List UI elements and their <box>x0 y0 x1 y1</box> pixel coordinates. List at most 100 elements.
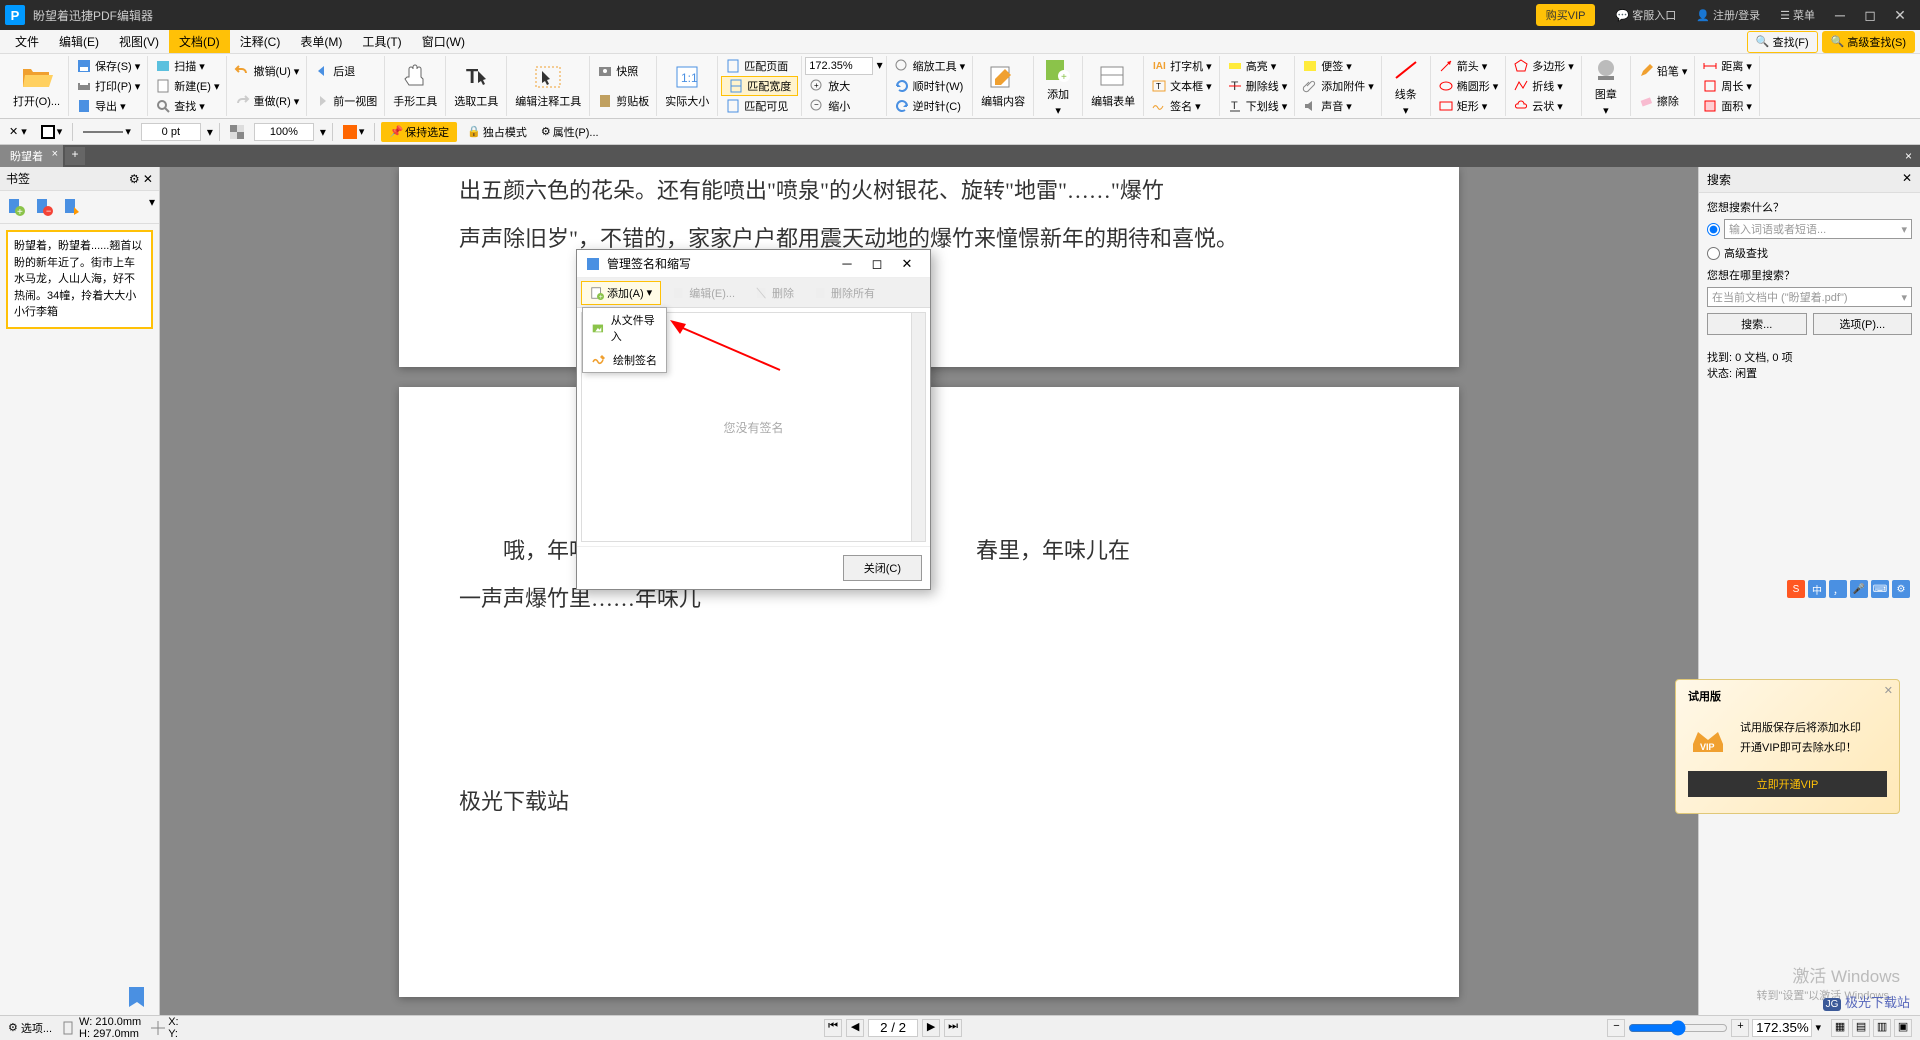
keep-selected-button[interactable]: 📌 保持选定 <box>381 122 457 142</box>
rotate-ccw-button[interactable]: 逆时针(C) <box>890 97 965 115</box>
buy-vip-button[interactable]: 购买VIP <box>1536 4 1596 26</box>
clipboard-button[interactable]: 剪贴板 <box>593 92 653 110</box>
save-button[interactable]: 保存(S) ▾ <box>72 57 144 75</box>
search-execute-button[interactable]: 搜索... <box>1707 313 1807 335</box>
search-scope-combo[interactable]: 在当前文档中 ("盼望着.pdf")▾ <box>1707 287 1912 307</box>
line-style-picker[interactable]: ▾ <box>79 123 135 140</box>
menu-view[interactable]: 视图(V) <box>109 30 169 53</box>
eraser-tool[interactable]: 擦除 <box>1634 92 1683 110</box>
upgrade-vip-button[interactable]: 立即开通VIP <box>1688 771 1887 797</box>
arrow-tool[interactable]: 箭头 ▾ <box>1434 57 1492 75</box>
fit-width-button[interactable]: 匹配宽度 <box>721 76 798 96</box>
find-button-ribbon[interactable]: 查找 ▾ <box>151 97 209 115</box>
export-button[interactable]: 导出 ▾ <box>72 97 130 115</box>
ime-mic-button[interactable]: 🎤 <box>1850 580 1868 598</box>
main-menu-button[interactable]: ☰ 菜单 <box>1770 3 1825 27</box>
zoom-level-input[interactable] <box>1752 1019 1812 1037</box>
maximize-button[interactable]: ◻ <box>1855 7 1885 24</box>
underline-button[interactable]: T下划线 ▾ <box>1223 97 1292 115</box>
close-button[interactable]: ✕ <box>1885 7 1915 24</box>
dialog-minimize-button[interactable]: ─ <box>832 256 862 271</box>
back-button[interactable]: 后退 <box>310 62 359 80</box>
print-button[interactable]: 打印(P) ▾ <box>72 77 144 95</box>
exclusive-mode-button[interactable]: 🔒 独占模式 <box>463 122 531 142</box>
line-width-input[interactable] <box>141 123 201 141</box>
hand-tool[interactable]: 手形工具 <box>388 61 442 111</box>
annotation-tool[interactable]: 编辑注释工具 <box>510 61 586 111</box>
properties-button[interactable]: ⚙ 属性(P)... <box>537 122 603 142</box>
ime-logo-icon[interactable]: S <box>1787 580 1805 598</box>
bookmark-item[interactable]: 盼望着，盼望着......翘首以盼的新年近了。街市上车水马龙，人山人海，好不热闹… <box>6 230 153 329</box>
stamp-button[interactable]: 图章 ▾ <box>1585 54 1627 119</box>
dialog-scrollbar[interactable] <box>911 313 925 541</box>
delete-bookmark-button[interactable]: − <box>32 195 56 219</box>
fill-color-picker[interactable]: ▾ <box>339 123 369 141</box>
dialog-close-button[interactable]: ✕ <box>892 256 922 272</box>
line-tool[interactable]: 线条 ▾ <box>1385 54 1427 119</box>
trial-close-button[interactable]: ✕ <box>1884 684 1893 697</box>
ime-punct-button[interactable]: ， <box>1829 580 1847 598</box>
zoom-out-status-button[interactable]: − <box>1607 1019 1625 1037</box>
close-tb-button[interactable]: ✕ ▾ <box>5 123 31 140</box>
zoom-in-status-button[interactable]: + <box>1731 1019 1749 1037</box>
select-tool[interactable]: T选取工具 <box>449 61 503 111</box>
highlight-button[interactable]: 高亮 ▾ <box>1223 57 1281 75</box>
menu-document[interactable]: 文档(D) <box>169 30 230 53</box>
area-tool[interactable]: 面积 ▾ <box>1698 97 1756 115</box>
rect-tool[interactable]: 矩形 ▾ <box>1434 97 1492 115</box>
ime-settings-button[interactable]: ⚙ <box>1892 580 1910 598</box>
edit-content-button[interactable]: 编辑内容 <box>976 61 1030 111</box>
zoom-slider[interactable] <box>1628 1020 1728 1036</box>
pencil-tool[interactable]: 铅笔 ▾ <box>1634 62 1692 80</box>
advanced-search-radio[interactable]: 高级查找 <box>1707 245 1912 261</box>
search-text-radio[interactable]: 输入词语或者短语...▾ <box>1707 219 1912 239</box>
signature-button[interactable]: 签名 ▾ <box>1147 97 1205 115</box>
sticky-note-button[interactable]: 便签 ▾ <box>1298 57 1356 75</box>
polyline-tool[interactable]: 折线 ▾ <box>1509 77 1567 95</box>
polygon-tool[interactable]: 多边形 ▾ <box>1509 57 1578 75</box>
textbox-button[interactable]: T文本框 ▾ <box>1147 77 1216 95</box>
options-status-button[interactable]: ⚙ 选项... <box>8 1020 52 1036</box>
cloud-tool[interactable]: 云状 ▾ <box>1509 97 1567 115</box>
opacity-input[interactable] <box>254 123 314 141</box>
edit-form-button[interactable]: 编辑表单 <box>1086 61 1140 111</box>
draw-signature-item[interactable]: 绘制签名 <box>583 348 666 372</box>
delete-all-signatures-button[interactable]: 删除所有 <box>805 281 884 305</box>
menu-annotate[interactable]: 注释(C) <box>230 30 291 53</box>
ime-keyboard-button[interactable]: ⌨ <box>1871 580 1889 598</box>
document-tab[interactable]: 盼望着× <box>0 145 63 167</box>
new-tab-button[interactable]: + <box>65 147 85 165</box>
menu-window[interactable]: 窗口(W) <box>412 30 475 53</box>
sound-button[interactable]: 声音 ▾ <box>1298 97 1356 115</box>
add-button[interactable]: +添加 ▾ <box>1037 54 1079 119</box>
prev-page-button[interactable]: ◀ <box>846 1019 864 1037</box>
view-mode-buttons[interactable]: ▦▤▥▣ <box>1831 1019 1912 1037</box>
first-page-button[interactable]: ⏮ <box>824 1019 842 1037</box>
dialog-maximize-button[interactable]: ◻ <box>862 256 892 272</box>
login-button[interactable]: 👤 注册/登录 <box>1686 3 1770 27</box>
ime-lang-button[interactable]: 中 <box>1808 580 1826 598</box>
support-button[interactable]: 💬 客服入口 <box>1605 3 1686 27</box>
scan-button[interactable]: 扫描 ▾ <box>151 57 209 75</box>
advanced-find-button[interactable]: 🔍 高级查找(S) <box>1822 31 1915 53</box>
opacity-pattern[interactable] <box>226 123 248 141</box>
menu-edit[interactable]: 编辑(E) <box>49 30 109 53</box>
minimize-button[interactable]: ─ <box>1825 7 1855 23</box>
open-button[interactable]: 打开(O)... <box>8 61 65 111</box>
search-text-input[interactable]: 输入词语或者短语...▾ <box>1724 219 1912 239</box>
zoom-out-button[interactable]: −缩小 <box>805 97 854 115</box>
forward-button[interactable]: 前一视图 <box>310 92 381 110</box>
new-button[interactable]: 新建(E) ▾ <box>151 77 223 95</box>
add-bookmark-button[interactable]: + <box>4 195 28 219</box>
add-signature-button[interactable]: + 添加(A) ▾ <box>581 281 661 305</box>
fit-visible-button[interactable]: 匹配可见 <box>721 97 792 115</box>
zoom-tool-button[interactable]: 缩放工具 ▾ <box>890 57 970 75</box>
actual-size-button[interactable]: 1:1实际大小 <box>660 61 714 111</box>
last-page-button[interactable]: ⏭ <box>944 1019 962 1037</box>
ime-toolbar[interactable]: S 中 ， 🎤 ⌨ ⚙ <box>1787 580 1910 598</box>
zoom-input[interactable] <box>805 57 873 75</box>
tab-close-icon[interactable]: × <box>52 148 58 160</box>
dialog-close-ok-button[interactable]: 关闭(C) <box>843 555 922 581</box>
bookmark-dropdown[interactable]: ▾ <box>149 195 155 219</box>
rotate-cw-button[interactable]: 顺时针(W) <box>890 77 968 95</box>
